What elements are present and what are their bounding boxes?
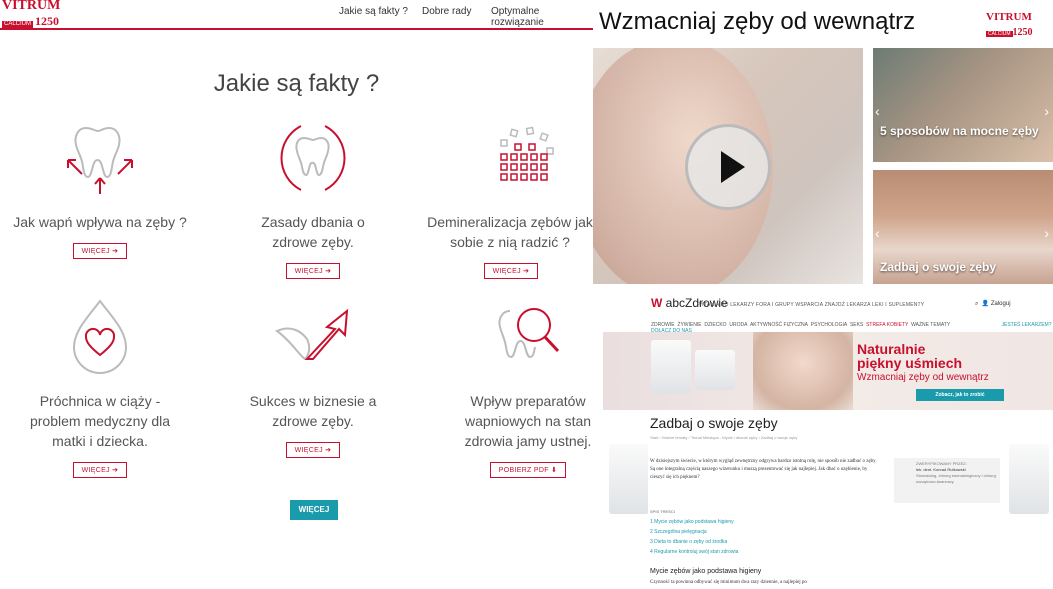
more-button[interactable]: WIĘCEJ ➔: [285, 263, 341, 279]
chevron-left-icon[interactable]: ‹: [875, 225, 880, 241]
card-pregnancy: Próchnica w ciąży - problem medyczny dla…: [0, 295, 200, 478]
reviewer-desc: Stomatolog, chirurg stomatologiczny i ch…: [916, 473, 996, 484]
more-label: WIĘCEJ: [294, 447, 323, 454]
menu-item[interactable]: DZIECKO: [704, 322, 726, 328]
side-product-image: [609, 444, 649, 514]
logo-sub: CALCIUM: [986, 31, 1013, 37]
tooth-magnifier-icon: [498, 308, 560, 359]
left-panel: VITRUM CALCIUM 1250 Jakie są fakty ? Dobr…: [0, 0, 593, 589]
banner-photo: [753, 332, 853, 410]
download-pdf-label: POBIERZ PDF: [498, 467, 549, 474]
toc-item[interactable]: 3 Dieta to dbanie o zęby od środka: [650, 537, 738, 547]
growth-arrow-icon: [274, 308, 349, 361]
vitrum-logo[interactable]: VITRUM CALCIUM 1250: [2, 0, 74, 28]
card-title: Próchnica w ciąży - problem medyczny dla…: [29, 393, 171, 449]
nav-facts[interactable]: Jakie są fakty ?: [339, 6, 408, 17]
tooth-arrows-icon: [67, 126, 133, 194]
website-screenshot: W abcZdrowie PYTANIA DO LEKARZY FORA I G…: [603, 294, 1053, 589]
thumb-5-ways[interactable]: ‹ › 5 sposobów na mocne zęby: [873, 48, 1053, 162]
article: Zadbaj o swoje zęby Start › Ważne tematy…: [648, 410, 1003, 589]
logo-brand: VITRUM: [986, 11, 1032, 23]
chevron-left-icon[interactable]: ‹: [875, 103, 880, 119]
side-product-image: [1009, 444, 1049, 514]
play-icon[interactable]: [685, 124, 771, 210]
more-label: WIĘCEJ: [492, 268, 521, 275]
logo-num: 1250: [35, 14, 60, 28]
reviewer-name[interactable]: lek. dent. Konrad Rutkowski: [916, 467, 966, 472]
logo-num: 1250: [1012, 27, 1033, 38]
card-calcium: Jak wapń wpływa na zęby ? WIĘCEJ ➔: [0, 118, 200, 259]
thumb-take-care[interactable]: ‹ › Zadbaj o swoje zęby: [873, 170, 1053, 284]
top-navbar: VITRUM CALCIUM 1250 Jakie są fakty ? Dobr…: [0, 0, 593, 30]
banner-subtitle: Wzmacniaj zęby od wewnątrz: [857, 372, 989, 383]
login-link[interactable]: ⌕ 👤 Zaloguj: [975, 300, 1011, 308]
banner-button[interactable]: Zobacz, jak to zrobić: [916, 389, 1004, 401]
video-player[interactable]: [593, 48, 863, 284]
menu-item[interactable]: AKTYWNOŚĆ FIZYCZNA: [750, 322, 808, 328]
more-button[interactable]: WIĘCEJ ➔: [483, 263, 539, 279]
card-title: Zasady dbania o zdrowe zęby.: [261, 214, 365, 250]
ad-title: Wzmacniaj zęby od wewnątrz: [599, 8, 916, 35]
section-subtitle: Mycie zębów jako podstawa higieny: [650, 568, 762, 575]
breadcrumb[interactable]: Start › Ważne tematy › Temat Miesiąca - …: [650, 435, 797, 440]
section-text: Czynność ta powinna odbywać się minimum …: [650, 580, 807, 585]
more-main-button[interactable]: WIĘCEJ: [290, 500, 338, 520]
thumb-label: Zadbaj o swoje zęby: [880, 260, 997, 274]
menu-item[interactable]: URODA: [729, 322, 747, 328]
card-business: Sukces w biznesie a zdrowe zęby. WIĘCEJ …: [213, 295, 413, 458]
download-pdf-button[interactable]: POBIERZ PDF ⬇: [489, 462, 567, 478]
card-care-rules: Zasady dbania o zdrowe zęby. WIĘCEJ ➔: [213, 118, 413, 279]
vitrum-logo-right: VITRUM CALCIUM 1250: [986, 12, 1041, 40]
card-title: Demineralizacja zębów jak sobie z nią ra…: [427, 214, 593, 250]
card-title: Jak wapń wpływa na zęby ?: [13, 214, 187, 230]
brand-pre: abc: [665, 296, 686, 310]
toc-item[interactable]: 4 Regularne kontroluj swój stan zdrowia: [650, 547, 738, 557]
chevron-right-icon[interactable]: ›: [1044, 225, 1049, 241]
table-of-contents: SPIS TREŚCI 1 Mycie zębów jako podstawa …: [650, 507, 738, 557]
reviewer-box: ZWERYFIKOWANY PRZEZ: lek. dent. Konrad R…: [894, 458, 1000, 503]
drop-heart-icon: [72, 299, 128, 374]
login-label: Zaloguj: [990, 301, 1011, 307]
card-title: Sukces w biznesie a zdrowe zęby.: [249, 393, 377, 429]
more-label: WIĘCEJ: [294, 268, 323, 275]
logo-brand: VITRUM: [2, 0, 61, 13]
banner-title-2: piękny uśmiech: [857, 355, 963, 371]
more-button[interactable]: WIĘCEJ ➔: [72, 462, 128, 478]
more-button[interactable]: WIĘCEJ ➔: [285, 442, 341, 458]
logo-sub: CALCIUM: [2, 21, 34, 28]
thumb-label: 5 sposobów na mocne zęby: [880, 124, 1039, 138]
promo-banner[interactable]: Naturalnie piękny uśmiech Wzmacniaj zęby …: [603, 332, 1053, 410]
demineralization-icon: [500, 126, 554, 181]
nav-advice[interactable]: Dobre rady: [422, 6, 471, 17]
menu-item[interactable]: STREFA KOBIETY: [866, 322, 908, 328]
menu-item[interactable]: SEKS: [850, 322, 863, 328]
more-button[interactable]: WIĘCEJ ➔: [72, 243, 128, 259]
tooth-circle-icon: [280, 125, 346, 191]
more-label: WIĘCEJ: [81, 248, 110, 255]
section-heading: Jakie są fakty ?: [213, 70, 380, 97]
chevron-right-icon[interactable]: ›: [1044, 103, 1049, 119]
menu-item[interactable]: PSYCHOLOGIA: [811, 322, 847, 328]
nav-solution[interactable]: Optymalne rozwiązanie: [491, 6, 593, 28]
toc-item[interactable]: 1 Mycie zębów jako podstawa higieny: [650, 517, 738, 527]
reviewer-label: ZWERYFIKOWANY PRZEZ:: [916, 461, 967, 466]
site-menu[interactable]: PYTANIA DO LEKARZY FORA I GRUPY WSPARCIA…: [697, 302, 924, 308]
banner-title: Naturalnie piękny uśmiech: [857, 342, 962, 370]
right-panel: Wzmacniaj zęby od wewnątrz VITRUM CALCIU…: [593, 0, 1053, 589]
article-title: Zadbaj o swoje zęby: [650, 415, 778, 431]
toc-title: SPIS TREŚCI: [650, 509, 675, 514]
menu-item[interactable]: WAŻNE TEMATY: [911, 322, 950, 328]
product-box-image: [651, 340, 691, 394]
toc-item[interactable]: 2 Szczególna pielęgnacja: [650, 527, 738, 537]
product-box-image: [695, 350, 735, 390]
more-label: WIĘCEJ: [81, 467, 110, 474]
article-intro: W dzisiejszym świecie, w którym wygląd z…: [650, 459, 877, 480]
